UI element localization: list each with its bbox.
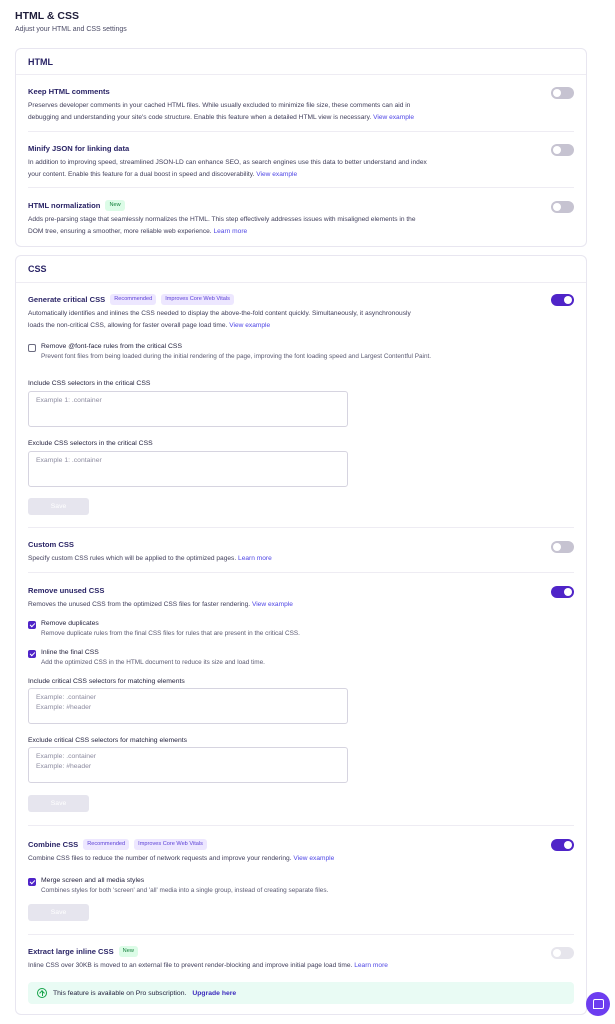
checkbox-label: Remove @font-face rules from the critica… [41, 343, 182, 350]
checkbox-description: Combines styles for both 'screen' and 'a… [41, 887, 329, 894]
remove-fontface-checkbox[interactable] [28, 344, 36, 352]
option-description: Automatically identifies and inlines the… [28, 310, 411, 329]
option-description: Inline CSS over 30KB is moved to an exte… [28, 962, 388, 969]
checkbox-label: Remove duplicates [41, 620, 99, 627]
recommended-badge: Recommended [83, 838, 130, 850]
divider [28, 527, 574, 528]
checkbox-label: Inline the final CSS [41, 649, 99, 656]
remove-duplicates-checkbox[interactable] [28, 621, 36, 629]
page-header: HTML & CSS Adjust your HTML and CSS sett… [15, 10, 127, 33]
recommended-badge: Recommended [110, 293, 157, 305]
card-divider [16, 282, 586, 283]
css-card-title: CSS [28, 264, 47, 274]
inline-final-css-option: Inline the final CSS Add the optimized C… [28, 649, 486, 667]
learn-more-link[interactable]: Learn more [213, 228, 247, 235]
option-generate-critical-css: Generate critical CSS Recommended Improv… [28, 293, 574, 332]
css-card: CSS Generate critical CSS Recommended Im… [15, 255, 587, 1015]
core-web-vitals-badge: Improves Core Web Vitals [134, 838, 207, 850]
checkbox-label: Merge screen and all media styles [41, 877, 145, 884]
option-description: Preserves developer comments in your cac… [28, 102, 415, 121]
pro-subscription-notice: This feature is available on Pro subscri… [28, 982, 574, 1004]
chat-button[interactable] [586, 992, 610, 1016]
option-extract-inline-css: Extract large inline CSS New Inline CSS … [28, 945, 574, 972]
save-unused-css-button[interactable]: Save [28, 795, 89, 812]
exclude-critical-selectors-input[interactable] [28, 451, 348, 487]
view-example-link[interactable]: View example [256, 171, 297, 178]
option-title: HTML normalization New [28, 199, 574, 211]
include-matching-label: Include critical CSS selectors for match… [28, 678, 185, 685]
page-title: HTML & CSS [15, 10, 79, 22]
remove-duplicates-option: Remove duplicates Remove duplicate rules… [28, 620, 486, 638]
option-description: Removes the unused CSS from the optimize… [28, 601, 293, 608]
include-matching-selectors-input[interactable] [28, 688, 348, 724]
option-title: Minify JSON for linking data [28, 143, 130, 153]
arrow-up-circle-icon [37, 988, 47, 998]
option-title: Keep HTML comments [28, 86, 110, 96]
option-title: Combine CSS Recommended Improves Core We… [28, 838, 574, 850]
option-combine-css: Combine CSS Recommended Improves Core We… [28, 838, 574, 865]
option-html-normalization: HTML normalization New Adds pre-parsing … [28, 199, 574, 238]
option-title: Extract large inline CSS New [28, 945, 574, 957]
card-divider [16, 74, 586, 75]
extract-inline-css-toggle[interactable] [551, 947, 574, 959]
page-subtitle: Adjust your HTML and CSS settings [15, 26, 127, 33]
view-example-link[interactable]: View example [252, 601, 293, 608]
learn-more-link[interactable]: Learn more [354, 962, 388, 969]
include-critical-selectors-input[interactable] [28, 391, 348, 427]
option-minify-json: Minify JSON for linking data In addition… [28, 143, 574, 181]
option-keep-html-comments: Keep HTML comments Preserves developer c… [28, 86, 574, 124]
html-card: HTML Keep HTML comments Preserves develo… [15, 48, 587, 247]
combine-css-toggle[interactable] [551, 839, 574, 851]
merge-media-checkbox[interactable] [28, 878, 36, 886]
new-badge: New [105, 199, 125, 211]
view-example-link[interactable]: View example [373, 114, 414, 121]
divider [28, 825, 574, 826]
html-card-title: HTML [28, 57, 53, 67]
exclude-critical-label: Exclude CSS selectors in the critical CS… [28, 440, 153, 447]
core-web-vitals-badge: Improves Core Web Vitals [161, 293, 234, 305]
checkbox-description: Remove duplicate rules from the final CS… [41, 630, 300, 637]
keep-html-comments-toggle[interactable] [551, 87, 574, 99]
save-combine-css-button[interactable]: Save [28, 904, 89, 921]
exclude-matching-label: Exclude critical CSS selectors for match… [28, 737, 188, 744]
generate-critical-css-toggle[interactable] [551, 294, 574, 306]
save-critical-css-button[interactable]: Save [28, 498, 89, 515]
pro-notice-text: This feature is available on Pro subscri… [53, 989, 187, 997]
view-example-link[interactable]: View example [293, 855, 334, 862]
upgrade-link[interactable]: Upgrade here [192, 990, 236, 997]
include-critical-label: Include CSS selectors in the critical CS… [28, 380, 151, 387]
checkbox-description: Prevent font files from being loaded dur… [41, 353, 432, 360]
checkbox-description: Add the optimized CSS in the HTML docume… [41, 659, 265, 666]
option-description: In addition to improving speed, streamli… [28, 159, 427, 178]
divider [28, 187, 574, 188]
inline-final-css-checkbox[interactable] [28, 650, 36, 658]
option-description: Combine CSS files to reduce the number o… [28, 855, 335, 862]
custom-css-toggle[interactable] [551, 541, 574, 553]
divider [28, 572, 574, 573]
divider [28, 934, 574, 935]
view-example-link[interactable]: View example [229, 322, 270, 329]
new-badge: New [118, 945, 138, 957]
option-title: Generate critical CSS Recommended Improv… [28, 293, 574, 305]
chat-bubble-icon [592, 999, 604, 1009]
option-title: Custom CSS [28, 539, 74, 549]
option-description: Specify custom CSS rules which will be a… [28, 555, 272, 562]
divider [28, 131, 574, 132]
learn-more-link[interactable]: Learn more [238, 555, 272, 562]
html-normalization-toggle[interactable] [551, 201, 574, 213]
minify-json-toggle[interactable] [551, 144, 574, 156]
merge-media-option: Merge screen and all media styles Combin… [28, 877, 486, 895]
option-title: Remove unused CSS [28, 585, 105, 595]
option-custom-css: Custom CSS Specify custom CSS rules whic… [28, 539, 574, 565]
remove-fontface-option: Remove @font-face rules from the critica… [28, 343, 486, 361]
option-remove-unused-css: Remove unused CSS Removes the unused CSS… [28, 585, 574, 611]
option-description: Adds pre-parsing stage that seamlessly n… [28, 216, 416, 235]
remove-unused-css-toggle[interactable] [551, 586, 574, 598]
exclude-matching-selectors-input[interactable] [28, 747, 348, 783]
